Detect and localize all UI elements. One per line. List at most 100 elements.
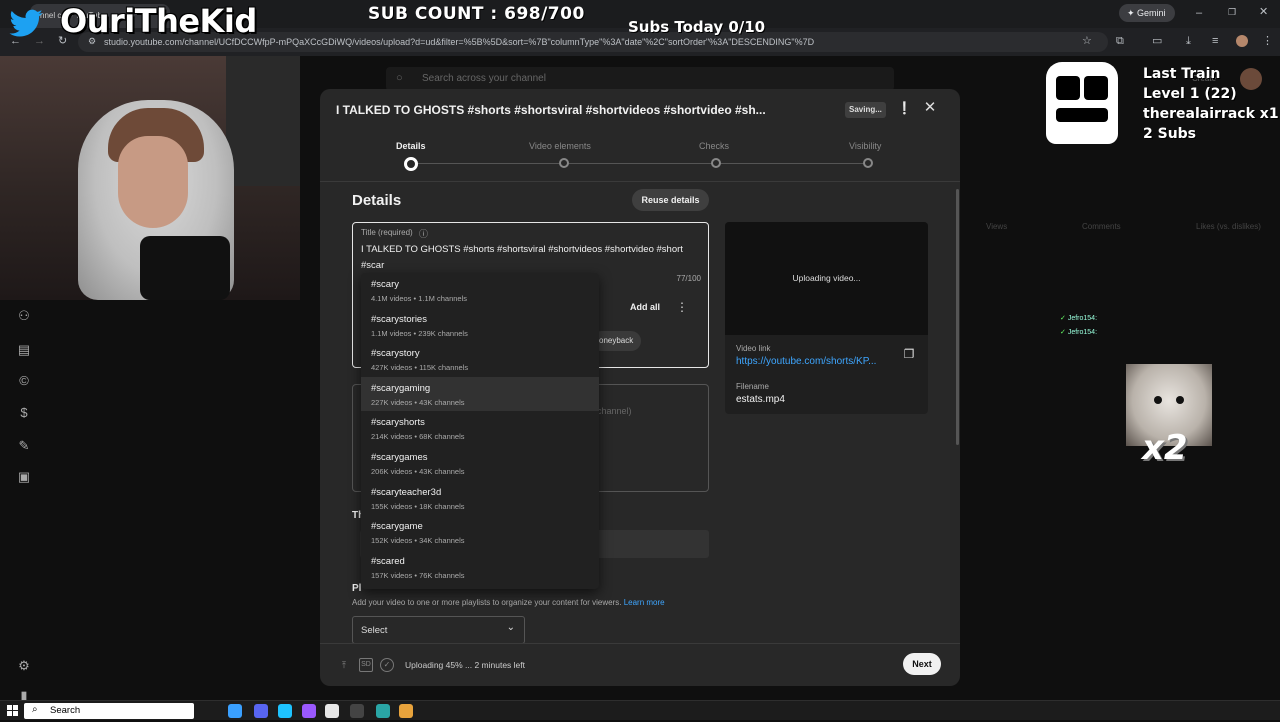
hashtag-suggestion-item[interactable]: #scarygaming 227K videos • 43K channels (361, 376, 599, 411)
hashtag-name: #scarygame (371, 521, 423, 533)
multiplier-label: x2 (1142, 428, 1188, 468)
earn-icon[interactable]: $ (14, 403, 34, 423)
hashtag-name: #scared (371, 555, 405, 567)
step-video-elements[interactable]: Video elements (529, 141, 591, 151)
restore-icon[interactable]: ❐ (1228, 8, 1236, 17)
reading-list-icon[interactable]: ≡ (1212, 36, 1218, 47)
more-options-icon[interactable]: ⋮ (675, 297, 689, 317)
sub-count-overlay: SUB COUNT : 698/700 (368, 4, 585, 24)
star-icon[interactable]: ☆ (1082, 36, 1092, 47)
sd-badge: SD (359, 658, 373, 672)
dialog-footer: ⤒ SD ✓ Uploading 45% ... 2 minutes left … (320, 643, 960, 686)
column-comments: Comments (1082, 222, 1121, 231)
step-dot-video-elements[interactable] (559, 158, 569, 168)
title-label: Title (required) (361, 228, 413, 237)
add-all-button[interactable]: Add all (623, 297, 667, 317)
filename-value: estats.mp4 (736, 394, 785, 405)
hashtag-stats: 227K videos • 43K channels (371, 397, 465, 407)
reuse-details-button[interactable]: Reuse details (632, 189, 709, 211)
minimize-icon[interactable]: – (1196, 8, 1202, 19)
hashtag-stats: 155K videos • 18K channels (371, 501, 465, 511)
copy-icon[interactable]: ❐ (901, 346, 917, 362)
taskbar-search-box[interactable]: ⌕ Search (24, 703, 194, 719)
taskbar-app-icon[interactable] (278, 704, 292, 718)
filename-label: Filename (736, 382, 769, 391)
hashtag-name: #scaryteacher3d (371, 486, 442, 498)
copyright-icon[interactable]: © (14, 371, 34, 391)
checks-icon: ✓ (380, 658, 394, 672)
chrome-taskbar-icon[interactable] (325, 704, 339, 718)
taskbar-app-icon[interactable] (376, 704, 390, 718)
audio-library-icon[interactable]: ▣ (14, 467, 34, 487)
close-icon[interactable]: ✕ (922, 100, 938, 116)
video-link[interactable]: https://youtube.com/shorts/KP... (736, 356, 886, 367)
hashtag-suggestion-item[interactable]: #scarystory 427K videos • 115K channels (361, 342, 599, 376)
column-likes: Likes (vs. dislikes) (1196, 222, 1261, 231)
hashtag-suggestion-item[interactable]: #scarygames 206K videos • 43K channels (361, 446, 599, 480)
dialog-scrollbar[interactable] (956, 189, 959, 445)
hashtag-stats: 427K videos • 115K channels (371, 363, 469, 373)
train-title: Last Train (1143, 66, 1221, 82)
taskbar-search-label: Search (50, 705, 81, 716)
hashtag-suggestion-item[interactable]: #scared 157K videos • 76K channels (361, 550, 599, 584)
taskbar: ⌕ Search (0, 700, 1280, 720)
customization-icon[interactable]: ⚇ (14, 306, 34, 326)
taskbar-app-icon[interactable] (228, 704, 242, 718)
hashtag-suggestion-item[interactable]: #scaryteacher3d 155K videos • 18K channel… (361, 481, 599, 515)
webcam-feed (0, 56, 300, 300)
next-button[interactable]: Next (903, 653, 941, 675)
subtitles-icon[interactable]: ▤ (14, 340, 34, 360)
stepper-track (412, 163, 868, 164)
hashtag-suggestions: #scary 4.1M videos • 1.1M channels #scarys… (361, 273, 599, 589)
title-input[interactable]: I TALKED TO GHOSTS #shorts #shortsviral … (361, 242, 705, 274)
extensions-icon[interactable]: ⧉ (1116, 36, 1124, 47)
close-window-icon[interactable]: ✕ (1259, 7, 1268, 18)
download-icon[interactable]: ⤓ (1186, 36, 1191, 47)
hashtag-suggestion-item[interactable]: #scary 4.1M videos • 1.1M channels (361, 273, 599, 307)
hype-train-info: Last Train Level 1 (22) therealairrack x… (1143, 64, 1279, 144)
saving-badge: Saving... (845, 102, 886, 118)
upload-icon: ⤒ (342, 660, 346, 670)
hashtag-suggestion-item[interactable]: #scaryshorts 214K videos • 68K channels (361, 411, 599, 445)
magic-wand-icon[interactable]: ✎ (14, 436, 34, 456)
learn-more-link[interactable]: Learn more (624, 598, 665, 607)
hashtag-stats: 1.1M videos • 239K channels (371, 328, 468, 338)
streamer-name: OuriTheKid (60, 2, 257, 40)
step-dot-details[interactable] (404, 157, 418, 171)
taskbar-app-icon[interactable] (254, 704, 268, 718)
train-contributor: therealairrack x1 (1143, 106, 1279, 122)
hashtag-stats: 152K videos • 34K channels (371, 536, 465, 546)
dialog-title: I TALKED TO GHOSTS #shorts #shortsviral … (336, 103, 766, 117)
train-level: Level 1 (22) (1143, 86, 1237, 102)
gemini-button[interactable]: ✦ Gemini (1119, 4, 1175, 22)
chat-message: ✓ Jefro154: (1060, 329, 1098, 336)
hashtag-suggestion-item[interactable]: #scarystories 1.1M videos • 239K channels (361, 308, 599, 342)
details-heading: Details (352, 192, 402, 209)
report-issue-icon[interactable]: ❕ (897, 101, 912, 115)
settings-icon[interactable]: ⚙ (14, 656, 34, 676)
step-dot-visibility[interactable] (863, 158, 873, 168)
step-visibility[interactable]: Visibility (849, 141, 881, 151)
gemini-star-icon: ✦ (1127, 8, 1138, 18)
hashtag-name: #scaryshorts (371, 417, 425, 429)
hashtag-stats: 214K videos • 68K channels (371, 432, 465, 442)
step-dot-checks[interactable] (711, 158, 721, 168)
subs-today-overlay: Subs Today 0/10 (628, 18, 766, 36)
file-explorer-icon[interactable] (399, 704, 413, 718)
playlist-select[interactable]: Select ⌄ (352, 616, 525, 644)
step-checks[interactable]: Checks (699, 141, 729, 151)
hashtag-suggestion-item[interactable]: #scarygame 152K videos • 34K channels (361, 515, 599, 549)
hashtag-stats: 157K videos • 76K channels (371, 570, 465, 580)
help-icon[interactable]: ⓘ (419, 227, 428, 240)
description-placeholder: channel) (597, 406, 632, 416)
tab-search-icon[interactable]: ▭ (1152, 36, 1162, 47)
obs-taskbar-icon[interactable] (350, 704, 364, 718)
column-views: Views (986, 222, 1008, 231)
title-char-count: 77/100 (676, 274, 701, 283)
chat-badge-icon: ✓ (1060, 315, 1066, 322)
step-details[interactable]: Details (396, 141, 426, 151)
menu-icon[interactable]: ⋮ (1262, 36, 1273, 47)
profile-avatar[interactable] (1236, 35, 1248, 47)
taskbar-app-icon[interactable] (302, 704, 316, 718)
windows-start-icon[interactable] (7, 704, 19, 716)
